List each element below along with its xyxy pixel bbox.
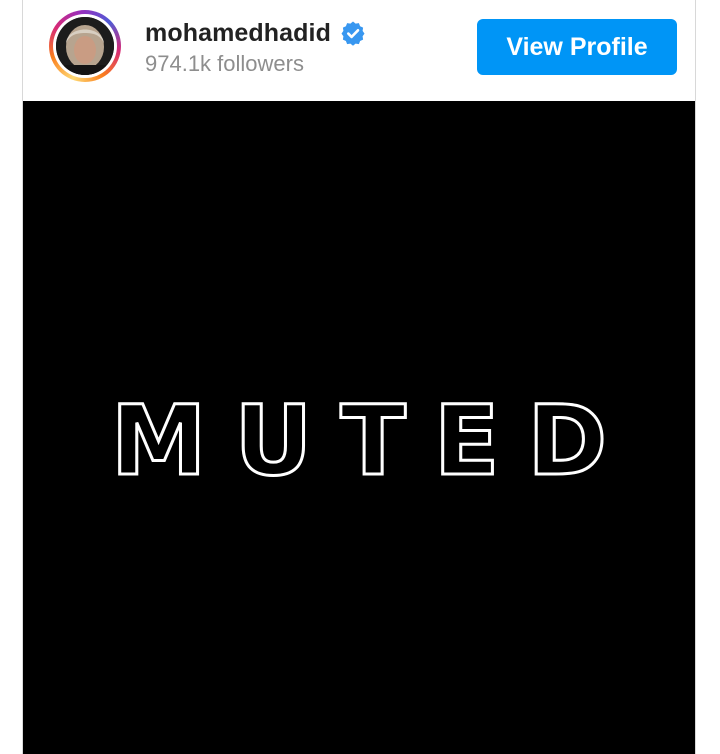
verified-badge-icon [340,20,366,46]
instagram-embed-card: mohamedhadid 974.1k followers View Profi… [22,0,696,754]
view-profile-button[interactable]: View Profile [477,19,677,75]
avatar[interactable] [49,10,121,82]
post-media[interactable]: MUTED [23,101,695,754]
profile-photo [56,17,114,75]
username[interactable]: mohamedhadid [145,19,331,48]
follower-count: 974.1k followers [145,51,304,76]
muted-overlay-text: MUTED [109,384,636,499]
post-header: mohamedhadid 974.1k followers View Profi… [23,0,695,101]
